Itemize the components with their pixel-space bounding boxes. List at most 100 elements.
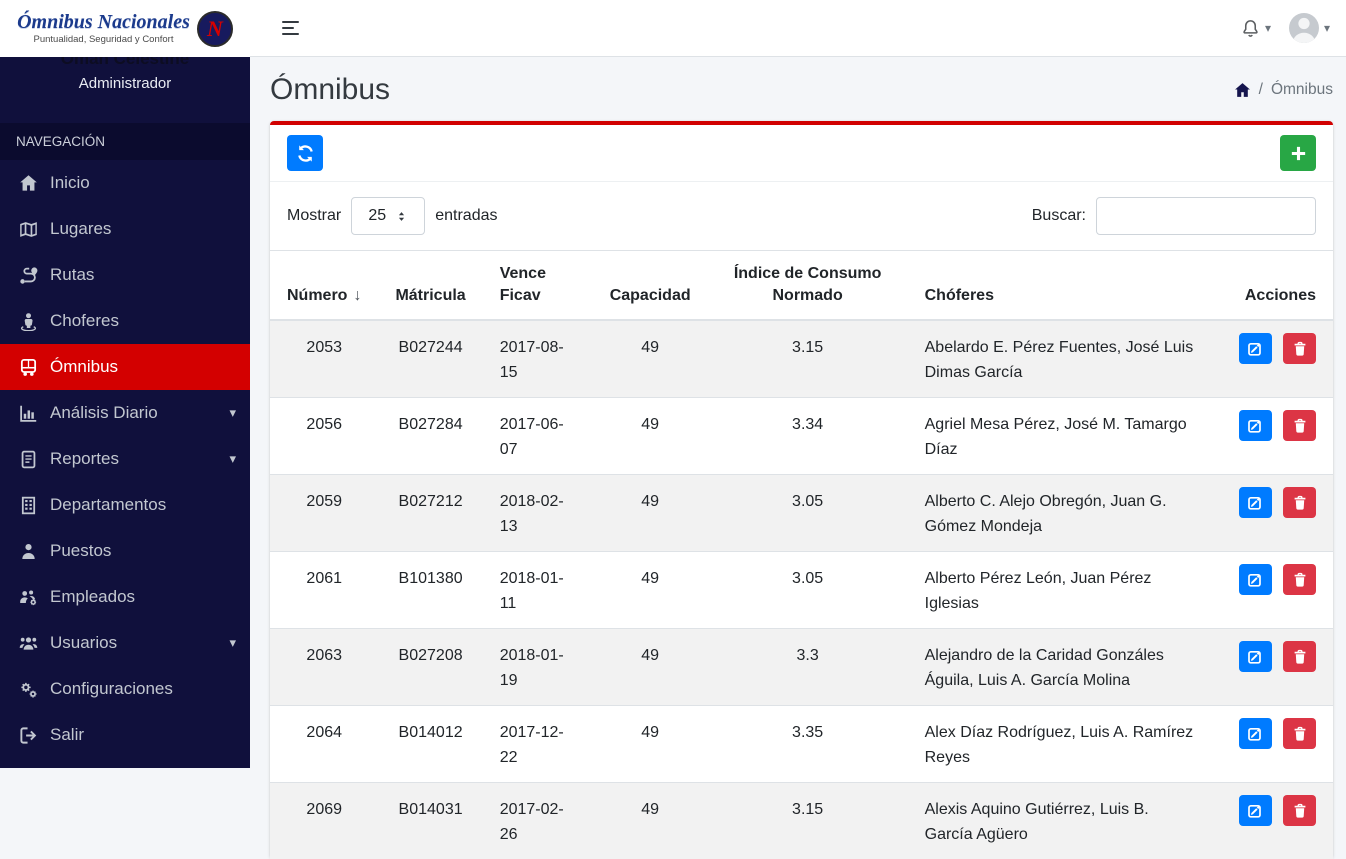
sidebar-item-empleados[interactable]: Empleados: [0, 574, 250, 620]
edit-button[interactable]: [1239, 487, 1272, 518]
add-button[interactable]: [1280, 135, 1316, 171]
user-menu-dropdown[interactable]: ▾: [1289, 13, 1330, 43]
sidebar-item-omnibus[interactable]: Ómnibus: [0, 344, 250, 390]
cell-matricula: B101380: [378, 552, 482, 629]
bell-icon: [1241, 19, 1260, 38]
edit-icon: [1247, 649, 1263, 665]
cell-acciones: [1215, 475, 1333, 552]
brand-text: Ómnibus Nacionales Puntualidad, Segurida…: [17, 12, 190, 45]
route-icon: [16, 266, 40, 285]
edit-icon: [1247, 495, 1263, 511]
column-header-numero[interactable]: Número↓: [270, 251, 378, 321]
map-icon: [16, 220, 40, 239]
cell-matricula: B027284: [378, 398, 482, 475]
column-header-capacidad[interactable]: Capacidad: [593, 251, 708, 321]
sidebar-item-inicio[interactable]: Inicio: [0, 160, 250, 206]
edit-button[interactable]: [1239, 795, 1272, 826]
cell-capacidad: 49: [593, 629, 708, 706]
delete-button[interactable]: [1283, 333, 1316, 364]
person-icon: [16, 542, 40, 561]
show-label: Mostrar: [287, 207, 341, 225]
column-header-choferes[interactable]: Chóferes: [908, 251, 1215, 321]
edit-button[interactable]: [1239, 333, 1272, 364]
delete-button[interactable]: [1283, 410, 1316, 441]
delete-button[interactable]: [1283, 487, 1316, 518]
sidebar-item-reportes[interactable]: Reportes ▾: [0, 436, 250, 482]
plus-icon: [1289, 144, 1308, 163]
search-input[interactable]: [1096, 197, 1316, 235]
cell-acciones: [1215, 629, 1333, 706]
column-header-acciones: Acciones: [1215, 251, 1333, 321]
user-role: Administrador: [0, 75, 250, 92]
page-length-control: Mostrar 25 entradas: [287, 197, 498, 235]
cell-acciones: [1215, 398, 1333, 475]
cell-indice: 3.15: [708, 320, 908, 398]
cell-capacidad: 49: [593, 320, 708, 398]
cell-acciones: [1215, 552, 1333, 629]
column-header-vence-ficav[interactable]: Vence Ficav: [483, 251, 593, 321]
sidebar-toggle-button[interactable]: [278, 15, 303, 41]
sidebar-item-rutas[interactable]: Rutas: [0, 252, 250, 298]
edit-icon: [1247, 726, 1263, 742]
cell-capacidad: 49: [593, 398, 708, 475]
brand-logo[interactable]: Ómnibus Nacionales Puntualidad, Segurida…: [0, 0, 250, 57]
edit-button[interactable]: [1239, 410, 1272, 441]
topbar-right: ▾ ▾: [1241, 13, 1330, 43]
sync-icon: [296, 144, 315, 163]
cell-capacidad: 49: [593, 552, 708, 629]
table-header-row: Número↓ Mátricula Vence Ficav Capacidad …: [270, 251, 1333, 321]
employees-icon: [16, 588, 40, 607]
notifications-dropdown[interactable]: ▾: [1241, 19, 1271, 38]
cell-acciones: [1215, 706, 1333, 783]
cell-matricula: B027244: [378, 320, 482, 398]
column-header-matricula[interactable]: Mátricula: [378, 251, 482, 321]
sidebar-item-analisis-diario[interactable]: Análisis Diario ▾: [0, 390, 250, 436]
caret-down-icon: ▾: [229, 451, 236, 467]
cell-vence-ficav: 2017-12-22: [483, 706, 593, 783]
cell-indice: 3.05: [708, 475, 908, 552]
cell-vence-ficav: 2017-08-15: [483, 320, 593, 398]
column-header-indice[interactable]: Índice de Consumo Normado: [708, 251, 908, 321]
sidebar-item-choferes[interactable]: Choferes: [0, 298, 250, 344]
sidebar-item-usuarios[interactable]: Usuarios ▾: [0, 620, 250, 666]
sidebar-item-salir[interactable]: Salir: [0, 712, 250, 758]
sidebar-item-configuraciones[interactable]: Configuraciones: [0, 666, 250, 712]
sidebar-item-puestos[interactable]: Puestos: [0, 528, 250, 574]
table-row: 2063 B027208 2018-01-19 49 3.3 Alejandro…: [270, 629, 1333, 706]
sidebar-item-departamentos[interactable]: Departamentos: [0, 482, 250, 528]
sidebar-item-lugares[interactable]: Lugares: [0, 206, 250, 252]
omnibus-card: Mostrar 25 entradas Buscar: Número↓ Mátr…: [270, 121, 1333, 859]
delete-button[interactable]: [1283, 795, 1316, 826]
page-size-value: 25: [368, 207, 386, 225]
edit-button[interactable]: [1239, 564, 1272, 595]
cell-vence-ficav: 2018-02-13: [483, 475, 593, 552]
cell-indice: 3.3: [708, 629, 908, 706]
home-icon[interactable]: [1234, 82, 1251, 99]
table-row: 2059 B027212 2018-02-13 49 3.05 Alberto …: [270, 475, 1333, 552]
cell-numero: 2056: [270, 398, 378, 475]
delete-button[interactable]: [1283, 564, 1316, 595]
column-label: Número: [287, 287, 347, 304]
cell-indice: 3.15: [708, 783, 908, 859]
sidebar: Ómnibus Nacionales Puntualidad, Segurida…: [0, 0, 250, 768]
cell-acciones: [1215, 320, 1333, 398]
page-size-select[interactable]: 25: [351, 197, 425, 235]
table-row: 2053 B027244 2017-08-15 49 3.15 Abelardo…: [270, 320, 1333, 398]
cell-numero: 2053: [270, 320, 378, 398]
cell-acciones: [1215, 783, 1333, 859]
building-icon: [16, 496, 40, 515]
delete-button[interactable]: [1283, 718, 1316, 749]
search-label: Buscar:: [1032, 207, 1086, 225]
brand-badge-icon: N: [197, 11, 233, 47]
breadcrumb-separator: /: [1259, 81, 1263, 99]
edit-button[interactable]: [1239, 718, 1272, 749]
table-row: 2056 B027284 2017-06-07 49 3.34 Agriel M…: [270, 398, 1333, 475]
users-icon: [16, 634, 40, 653]
user-panel: Oman Celestine Administrador: [0, 49, 250, 106]
cell-vence-ficav: 2018-01-19: [483, 629, 593, 706]
edit-icon: [1247, 572, 1263, 588]
refresh-button[interactable]: [287, 135, 323, 171]
edit-button[interactable]: [1239, 641, 1272, 672]
cell-matricula: B014012: [378, 706, 482, 783]
delete-button[interactable]: [1283, 641, 1316, 672]
